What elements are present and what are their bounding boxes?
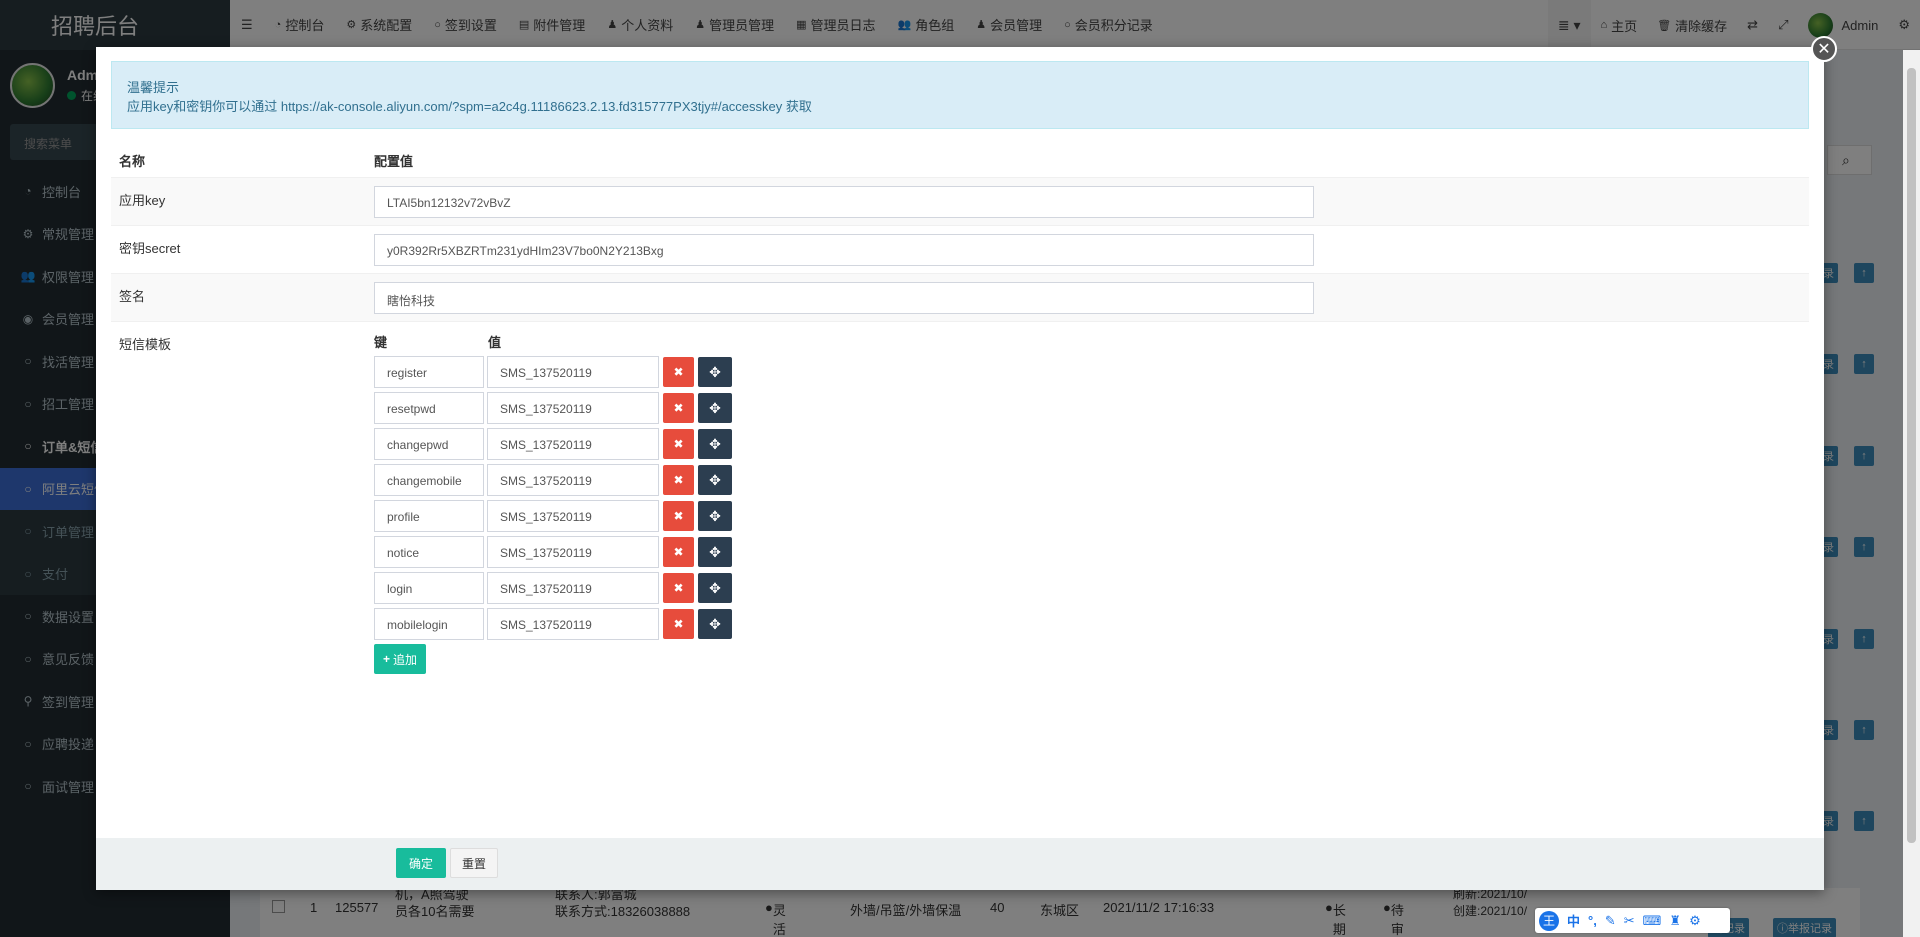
arrows-icon: ✥ [709,579,721,596]
template-value-input[interactable]: SMS_137520119 [487,572,659,604]
template-key-input[interactable]: profile [374,500,484,532]
ime-logo-icon[interactable]: 王 [1539,910,1559,931]
arrows-icon: ✥ [709,363,721,380]
confirm-button[interactable]: 确定 [396,848,446,878]
secret-input[interactable]: y0R392Rr5XBZRTm231ydHIm23V7bo0N2Y213Bxg [374,234,1314,266]
drag-template-handle[interactable]: ✥ [698,501,732,531]
form-row-secret: 密钥secret y0R392Rr5XBZRTm231ydHIm23V7bo0N… [111,225,1809,273]
template-row: profile SMS_137520119 ✖ ✥ [374,500,774,532]
template-key-input[interactable]: resetpwd [374,392,484,424]
ime-mode[interactable]: 中 [1567,911,1580,930]
app-key-input[interactable]: LTAI5bn12132v72vBvZ [374,186,1314,218]
ime-settings-icon[interactable]: ⚙ [1689,913,1701,929]
template-value-input[interactable]: SMS_137520119 [487,356,659,388]
drag-template-handle[interactable]: ✥ [698,537,732,567]
template-key-input[interactable]: register [374,356,484,388]
modal-footer: 确定 重置 [96,838,1824,890]
template-label: 短信模板 [119,337,172,352]
config-form: 名称 配置值 应用key LTAI5bn12132v72vBvZ 密钥secre… [111,137,1809,721]
drag-template-handle[interactable]: ✥ [698,393,732,423]
template-value-input[interactable]: SMS_137520119 [487,392,659,424]
drag-template-handle[interactable]: ✥ [698,609,732,639]
template-value-input[interactable]: SMS_137520119 [487,464,659,496]
arrows-icon: ✥ [709,543,721,560]
template-value-input[interactable]: SMS_137520119 [487,608,659,640]
times-icon: ✖ [673,581,684,595]
modal-close-button[interactable]: ✕ [1811,36,1837,62]
remove-template-button[interactable]: ✖ [663,573,694,603]
sign-label: 签名 [119,289,146,304]
template-key-input[interactable]: login [374,572,484,604]
template-key-input[interactable]: changemobile [374,464,484,496]
template-row: mobilelogin SMS_137520119 ✖ ✥ [374,608,774,640]
times-icon: ✖ [673,545,684,559]
template-row: resetpwd SMS_137520119 ✖ ✥ [374,392,774,424]
arrows-icon: ✥ [709,507,721,524]
sign-input[interactable]: 瞎怡科技 [374,282,1314,314]
remove-template-button[interactable]: ✖ [663,465,694,495]
times-icon: ✖ [673,473,684,487]
alert-title: 温馨提示 [127,80,180,95]
template-key-input[interactable]: changepwd [374,428,484,460]
drag-template-handle[interactable]: ✥ [698,573,732,603]
page-scrollbar[interactable] [1903,50,1920,937]
ime-skin-icon[interactable]: ♜ [1669,913,1681,929]
template-value-input[interactable]: SMS_137520119 [487,428,659,460]
template-row: changemobile SMS_137520119 ✖ ✥ [374,464,774,496]
template-key-input[interactable]: notice [374,536,484,568]
times-icon: ✖ [673,509,684,523]
ime-toolbar[interactable]: 王 中 °, ✎ ✂ ⌨ ♜ ⚙ [1535,908,1730,933]
reset-button[interactable]: 重置 [450,848,498,878]
plus-icon: + [383,652,391,666]
template-row: changepwd SMS_137520119 ✖ ✥ [374,428,774,460]
add-template-button[interactable]: + 追加 [374,644,427,674]
form-row-templates: 短信模板 键 值 register SMS_137520119 ✖ ✥ resetpwd… [111,321,1809,721]
form-row-key: 应用key LTAI5bn12132v72vBvZ [111,177,1809,225]
alert-text: 应用key和密钥你可以通过 https://ak-console.aliyun.… [127,99,812,114]
template-value-header: 值 [488,335,502,350]
form-row-sign: 签名 瞎怡科技 [111,273,1809,321]
remove-template-button[interactable]: ✖ [663,429,694,459]
remove-template-button[interactable]: ✖ [663,357,694,387]
remove-template-button[interactable]: ✖ [663,609,694,639]
info-alert: 温馨提示 应用key和密钥你可以通过 https://ak-console.al… [111,61,1809,129]
drag-template-handle[interactable]: ✥ [698,357,732,387]
arrows-icon: ✥ [709,615,721,632]
remove-template-button[interactable]: ✖ [663,537,694,567]
col-value-header: 配置值 [374,154,414,169]
remove-template-button[interactable]: ✖ [663,393,694,423]
template-row: register SMS_137520119 ✖ ✥ [374,356,774,388]
arrows-icon: ✥ [709,435,721,452]
sms-config-modal: 温馨提示 应用key和密钥你可以通过 https://ak-console.al… [96,47,1824,890]
times-icon: ✖ [673,365,684,379]
template-value-input[interactable]: SMS_137520119 [487,500,659,532]
times-icon: ✖ [673,401,684,415]
arrows-icon: ✥ [709,471,721,488]
close-icon: ✕ [1817,41,1831,58]
ime-scissors-icon[interactable]: ✂ [1624,913,1635,929]
times-icon: ✖ [673,617,684,631]
arrows-icon: ✥ [709,399,721,416]
secret-label: 密钥secret [119,241,181,256]
ime-keyboard-icon[interactable]: ⌨ [1643,913,1662,929]
template-row: login SMS_137520119 ✖ ✥ [374,572,774,604]
template-value-input[interactable]: SMS_137520119 [487,536,659,568]
form-header-row: 名称 配置值 [111,137,1809,177]
times-icon: ✖ [673,437,684,451]
drag-template-handle[interactable]: ✥ [698,465,732,495]
remove-template-button[interactable]: ✖ [663,501,694,531]
template-key-header: 键 [374,335,388,350]
ime-pen-icon[interactable]: ✎ [1605,913,1616,929]
template-key-input[interactable]: mobilelogin [374,608,484,640]
drag-template-handle[interactable]: ✥ [698,429,732,459]
ime-punct-icon[interactable]: °, [1588,913,1597,928]
key-label: 应用key [119,193,166,208]
template-row: notice SMS_137520119 ✖ ✥ [374,536,774,568]
col-name-header: 名称 [119,154,146,169]
